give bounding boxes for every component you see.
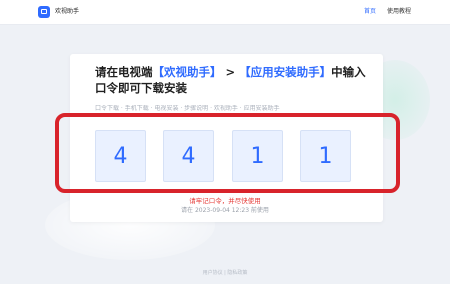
instruction-subline: 口令下载 · 手机下载 · 电视安装 · 步骤说明 · 欢视助手 · 应用安装助… <box>95 105 280 112</box>
nav-tutorial-link[interactable]: 使用教程 <box>387 7 411 17</box>
footer-links[interactable]: 用户协议 | 隐私政策 <box>0 270 450 277</box>
nav-home-link[interactable]: 首页 <box>364 7 376 17</box>
title-prefix: 请在电视端 <box>95 65 153 79</box>
instruction-title: 请在电视端【欢视助手】 > 【应用安装助手】中输入口令即可下载安装 <box>95 64 375 96</box>
title-separator: > <box>221 65 240 79</box>
code-validity-text: 请在 2023-09-04 12:23 前使用 <box>181 207 269 214</box>
app-logo-icon <box>38 6 50 18</box>
top-header: 欢视助手 首页 使用教程 <box>0 0 450 25</box>
title-app-name: 【欢视助手】 <box>152 65 222 79</box>
highlight-annotation-frame <box>55 113 400 193</box>
remember-code-hint: 请牢记口令，并尽快使用 <box>189 197 261 205</box>
app-name: 欢视助手 <box>55 8 80 15</box>
title-module-name: 【应用安装助手】 <box>239 65 332 79</box>
